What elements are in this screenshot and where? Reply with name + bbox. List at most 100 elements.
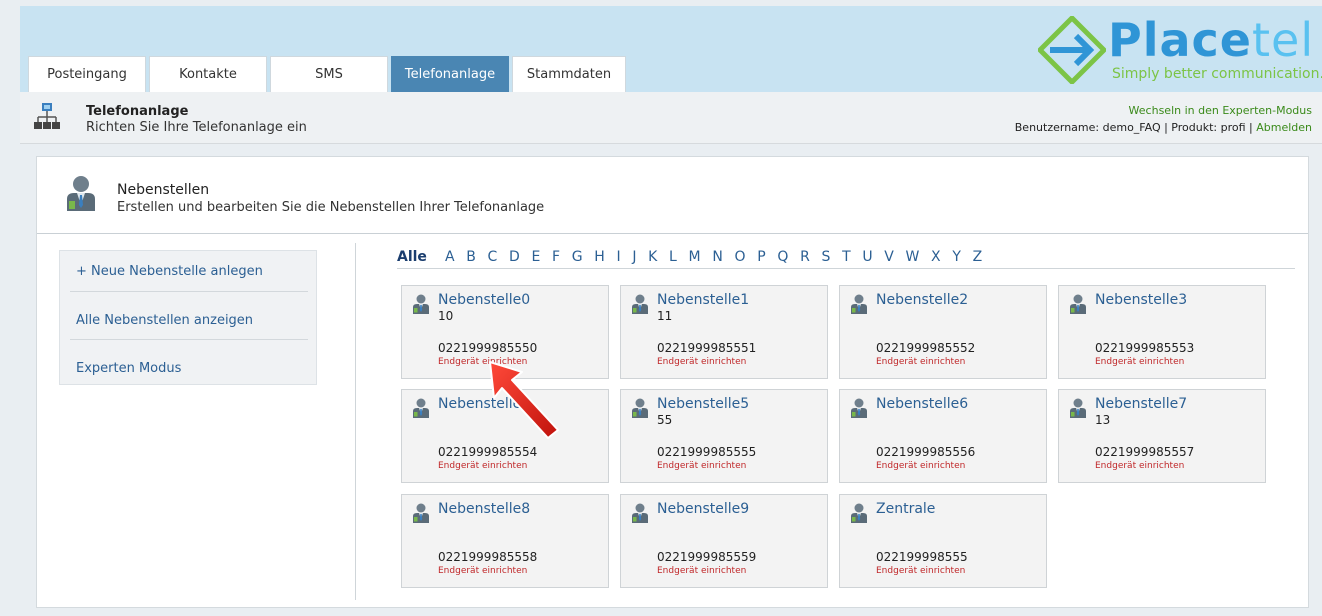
extension-name-link[interactable]: Nebenstelle9 xyxy=(657,501,749,517)
extension-name-link[interactable]: Zentrale xyxy=(876,501,935,517)
extension-name-link[interactable]: Nebenstelle1 xyxy=(657,292,749,308)
alpha-filter-letter[interactable]: F xyxy=(552,249,560,265)
extension-phone-number: 022199998555 xyxy=(876,550,968,564)
alpha-filter-letter[interactable]: S xyxy=(821,249,830,265)
tab-sms[interactable]: SMS xyxy=(270,56,388,92)
person-icon xyxy=(631,294,649,318)
tab-posteingang[interactable]: Posteingang xyxy=(28,56,146,92)
extension-phone-number: 0221999985553 xyxy=(1095,341,1195,355)
person-icon xyxy=(412,503,430,527)
alpha-filter-letter[interactable]: P xyxy=(757,249,765,265)
section-title: Nebenstellen xyxy=(117,182,210,198)
alpha-filter-letter[interactable]: U xyxy=(862,249,872,265)
section-description: Erstellen und bearbeiten Sie die Nebenst… xyxy=(117,200,545,215)
alpha-filter-letter[interactable]: K xyxy=(648,249,657,265)
sub-header: Telefonanlage Richten Sie Ihre Telefonan… xyxy=(20,92,1322,144)
expert-mode-link[interactable]: Wechseln in den Experten-Modus xyxy=(1015,104,1312,117)
alpha-filter-letter[interactable]: I xyxy=(617,249,621,265)
extension-name-link[interactable]: Nebenstelle8 xyxy=(438,501,530,517)
alpha-filter-letter[interactable]: J xyxy=(632,249,636,265)
extension-phone-number: 0221999985555 xyxy=(657,445,757,459)
person-icon xyxy=(412,294,430,318)
person-icon xyxy=(67,176,95,211)
person-icon xyxy=(1069,294,1087,318)
alpha-filter-letter[interactable]: T xyxy=(842,249,851,265)
person-icon xyxy=(850,294,868,318)
tab-kontakte[interactable]: Kontakte xyxy=(149,56,267,92)
extension-name-link[interactable]: Nebenstelle5 xyxy=(657,396,749,412)
person-icon xyxy=(850,398,868,422)
extension-name-link[interactable]: Nebenstelle0 xyxy=(438,292,530,308)
alpha-filter-letter[interactable]: G xyxy=(572,249,583,265)
setup-device-link[interactable]: Endgerät einrichten xyxy=(1095,461,1184,471)
sidebar: + Neue Nebenstelle anlegen Alle Nebenste… xyxy=(59,250,317,385)
extension-card: Nebenstelle6 0221999985556 Endgerät einric… xyxy=(839,389,1047,483)
extension-card: Nebenstelle9 0221999985559 Endgerät einric… xyxy=(620,494,828,588)
alpha-filter-letter[interactable]: E xyxy=(531,249,540,265)
page-title: Telefonanlage xyxy=(86,104,189,119)
alpha-filter-letter[interactable]: X xyxy=(931,249,941,265)
setup-device-link[interactable]: Endgerät einrichten xyxy=(876,566,965,576)
alpha-filter-letter[interactable]: H xyxy=(594,249,605,265)
extension-card: Zentrale 022199998555 Endgerät einrichten xyxy=(839,494,1047,588)
sidebar-divider xyxy=(70,291,308,292)
logo-tagline: Simply better communication. xyxy=(1112,66,1322,82)
setup-device-link[interactable]: Endgerät einrichten xyxy=(657,566,746,576)
setup-device-link[interactable]: Endgerät einrichten xyxy=(657,461,746,471)
setup-device-link[interactable]: Endgerät einrichten xyxy=(1095,357,1184,367)
extension-phone-number: 0221999985552 xyxy=(876,341,976,355)
tab-stammdaten[interactable]: Stammdaten xyxy=(512,56,626,92)
vertical-divider xyxy=(355,243,356,600)
account-info: Wechseln in den Experten-Modus Benutzern… xyxy=(1015,104,1312,134)
alpha-filter-letter[interactable]: B xyxy=(466,249,476,265)
extension-name-link[interactable]: Nebenstelle3 xyxy=(1095,292,1187,308)
extension-card: Nebenstelle7 13 0221999985557 Endgerät einr… xyxy=(1058,389,1266,483)
extension-card: Nebenstelle3 0221999985553 Endgerät einric… xyxy=(1058,285,1266,379)
alpha-filter-letter[interactable]: R xyxy=(800,249,810,265)
extension-phone-number: 0221999985559 xyxy=(657,550,757,564)
main-tabs: Posteingang Kontakte SMS Telefonanlage S… xyxy=(28,56,626,92)
alpha-filter-letter[interactable]: N xyxy=(712,249,722,265)
logo-arrow-icon xyxy=(1038,16,1106,84)
logout-link[interactable]: Abmelden xyxy=(1256,121,1312,134)
setup-device-link[interactable]: Endgerät einrichten xyxy=(657,357,746,367)
extension-phone-number: 0221999985550 xyxy=(438,341,538,355)
network-icon xyxy=(34,103,60,129)
extension-card: Nebenstelle5 55 0221999985555 Endgerät einr… xyxy=(620,389,828,483)
alpha-filter-letter[interactable]: O xyxy=(734,249,745,265)
alpha-filter-letter[interactable]: Y xyxy=(952,249,961,265)
alpha-filter-letter[interactable]: Z xyxy=(973,249,983,265)
all-extensions-link[interactable]: Alle Nebenstellen anzeigen xyxy=(76,313,253,328)
alpha-filter-letter[interactable]: M xyxy=(689,249,701,265)
person-icon xyxy=(1069,398,1087,422)
extension-phone-number: 0221999985557 xyxy=(1095,445,1195,459)
main-panel: Nebenstellen Erstellen und bearbeiten Si… xyxy=(36,156,1309,608)
extension-phone-number: 0221999985556 xyxy=(876,445,976,459)
new-extension-link[interactable]: + Neue Nebenstelle anlegen xyxy=(76,264,263,279)
sidebar-divider xyxy=(70,339,308,340)
setup-device-link[interactable]: Endgerät einrichten xyxy=(438,566,527,576)
alpha-filter-letter[interactable]: A xyxy=(445,249,455,265)
alpha-filter-all[interactable]: Alle xyxy=(397,249,427,265)
person-icon xyxy=(412,398,430,422)
extension-phone-number: 0221999985554 xyxy=(438,445,538,459)
extension-name-link[interactable]: Nebenstelle2 xyxy=(876,292,968,308)
logo-wordmark: Placetel xyxy=(1108,13,1315,67)
expert-mode-sidebar-link[interactable]: Experten Modus xyxy=(76,361,181,376)
alpha-filter-letter[interactable]: D xyxy=(509,249,520,265)
alphabet-filter: Alle A B C D E F G H I J K L M N O P Q R S T U V W X Y Z xyxy=(397,249,1295,269)
alpha-filter-letter[interactable]: L xyxy=(669,249,677,265)
alpha-filter-letter[interactable]: C xyxy=(488,249,498,265)
person-icon xyxy=(631,503,649,527)
setup-device-link[interactable]: Endgerät einrichten xyxy=(876,357,965,367)
setup-device-link[interactable]: Endgerät einrichten xyxy=(876,461,965,471)
alpha-filter-letter[interactable]: V xyxy=(884,249,894,265)
extension-name-link[interactable]: Nebenstelle6 xyxy=(876,396,968,412)
tab-telefonanlage[interactable]: Telefonanlage xyxy=(391,56,509,92)
alpha-filter-letter[interactable]: Q xyxy=(777,249,788,265)
placetel-logo: Placetel Simply better communication. xyxy=(1032,12,1322,88)
extension-phone-number: 0221999985551 xyxy=(657,341,757,355)
setup-device-link[interactable]: Endgerät einrichten xyxy=(438,461,527,471)
extension-name-link[interactable]: Nebenstelle7 xyxy=(1095,396,1187,412)
alpha-filter-letter[interactable]: W xyxy=(906,249,920,265)
